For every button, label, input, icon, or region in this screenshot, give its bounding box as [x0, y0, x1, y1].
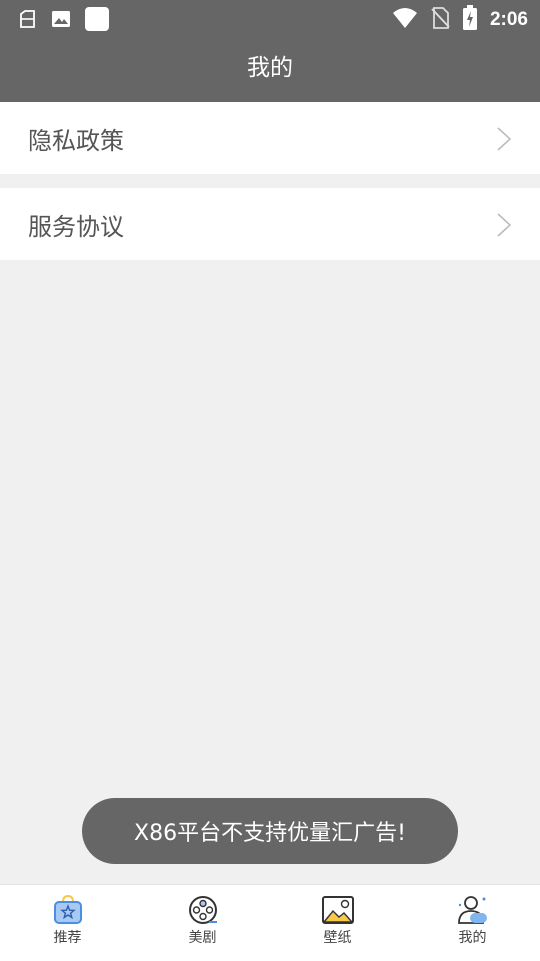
status-right-icons: 2:06	[392, 5, 528, 35]
tab-label: 我的	[458, 930, 487, 946]
menu-item-label: 服务协议	[28, 212, 124, 241]
film-reel-icon	[187, 895, 219, 925]
profile-user-icon	[456, 895, 490, 925]
menu-item-label: 隐私政策	[28, 126, 124, 155]
status-left-icons	[16, 6, 110, 36]
wifi-icon	[392, 7, 418, 33]
menu-item-service-agreement[interactable]: 服务协议	[0, 188, 540, 260]
battery-charging-icon	[462, 5, 478, 35]
tab-mine[interactable]: 我的	[405, 885, 540, 961]
status-bar: 2:06	[0, 0, 540, 36]
image-icon	[50, 8, 72, 34]
tab-recommend[interactable]: 推荐	[0, 885, 135, 961]
storage-icon	[16, 8, 38, 34]
title-bar: 我的	[0, 36, 540, 102]
menu-item-privacy-policy[interactable]: 隐私政策	[0, 102, 540, 174]
page-title: 我的	[247, 55, 293, 81]
tab-label: 推荐	[53, 930, 82, 946]
recommend-bag-icon	[52, 895, 84, 925]
tab-label: 美剧	[188, 930, 217, 946]
chevron-right-icon	[496, 126, 512, 156]
tab-label: 壁纸	[323, 930, 352, 946]
wallpaper-picture-icon	[321, 895, 355, 925]
app-notification-icon	[84, 6, 110, 36]
status-time: 2:06	[489, 9, 528, 30]
bottom-tab-bar: 推荐 美剧 壁纸 我的	[0, 884, 540, 961]
tab-american-drama[interactable]: 美剧	[135, 885, 270, 961]
chevron-right-icon	[496, 212, 512, 242]
toast-message: X86平台不支持优量汇广告!	[82, 798, 458, 864]
toast-text: X86平台不支持优量汇广告!	[134, 821, 406, 846]
tab-wallpaper[interactable]: 壁纸	[270, 885, 405, 961]
no-sim-icon	[430, 6, 450, 34]
